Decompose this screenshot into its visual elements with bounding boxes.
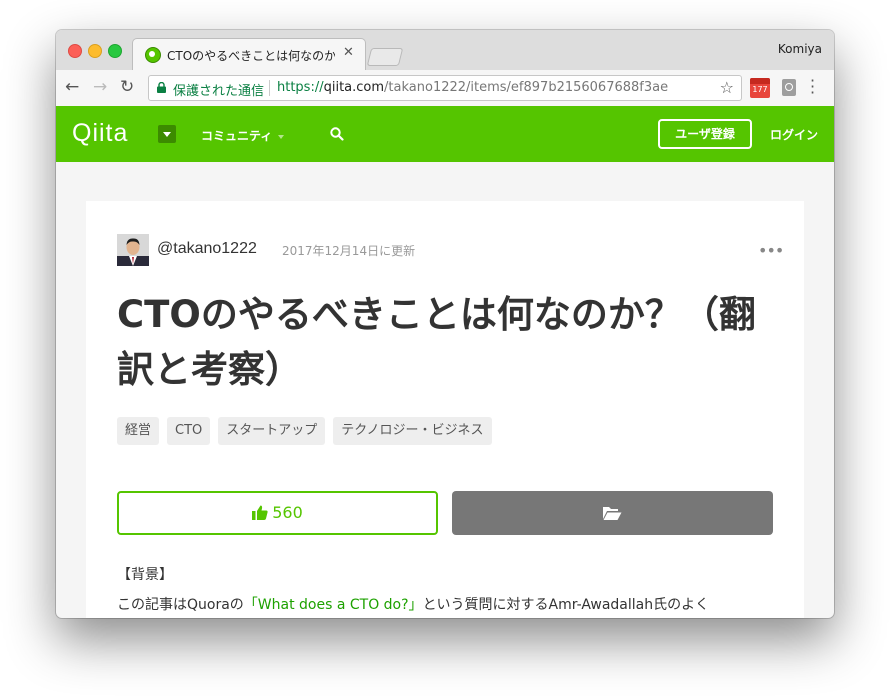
address-bar[interactable]: 保護された通信 https://qiita.com/takano1222/ite… [148, 75, 742, 101]
login-link[interactable]: ログイン [770, 126, 818, 143]
tab-close-icon[interactable]: ✕ [343, 45, 354, 60]
calendar-badge: 177 [752, 85, 768, 94]
logo-dropdown-icon[interactable] [158, 125, 176, 143]
browser-toolbar: ← → ↻ 保護された通信 https://qiita.com/takano12… [56, 70, 834, 107]
tag-list: 経営 CTO スタートアップ テクノロジー・ビジネス [117, 417, 492, 447]
address-divider [269, 80, 270, 96]
browser-menu-icon[interactable]: · · · [810, 73, 818, 101]
body-suffix: という質問に対するAmr-Awadallah氏のよく [422, 597, 710, 613]
updated-date: 2017年12月14日に更新 [282, 244, 416, 258]
url-text: https://qiita.com/takano1222/items/ef897… [277, 80, 668, 95]
bookmark-star-icon[interactable]: ☆ [720, 78, 734, 97]
url-scheme: https:// [277, 80, 324, 95]
folder-open-icon [603, 507, 622, 520]
tab-title: CTOのやるべきことは何なのか？ [167, 49, 335, 63]
tag-item[interactable]: スタートアップ [218, 417, 326, 445]
profile-name[interactable]: Komiya [778, 42, 822, 56]
like-count: 560 [272, 503, 303, 522]
community-menu[interactable]: コミュニティ [201, 127, 285, 144]
zoom-window-button[interactable] [108, 44, 122, 58]
author-name[interactable]: @takano1222 [157, 240, 257, 258]
article-body-text: この記事はQuoraの「What does a CTO do?」という質問に対す… [117, 594, 777, 614]
body-prefix: この記事はQuoraの [117, 597, 244, 613]
browser-tab-active[interactable]: CTOのやるべきことは何なのか？ ✕ [132, 38, 366, 71]
quora-question-link[interactable]: 「What does a CTO do?」 [244, 597, 423, 613]
forward-arrow-icon[interactable]: → [93, 77, 107, 97]
close-window-button[interactable] [68, 44, 82, 58]
search-icon[interactable] [330, 127, 344, 141]
section-heading: 【背景】 [117, 567, 173, 583]
qiita-logo[interactable]: Qiita [72, 119, 128, 148]
like-button[interactable]: 560 [117, 491, 438, 535]
tag-item[interactable]: テクノロジー・ビジネス [333, 417, 492, 445]
back-arrow-icon[interactable]: ← [65, 77, 79, 97]
avatar[interactable] [117, 234, 149, 266]
lock-icon [157, 82, 166, 93]
qiita-header: Qiita コミュニティ ユーザ登録 ログイン [56, 106, 834, 162]
document-extension-icon[interactable] [782, 79, 796, 96]
url-host: qiita.com [323, 80, 385, 95]
stock-button[interactable] [452, 491, 773, 535]
new-tab-button[interactable] [366, 48, 404, 66]
reload-icon[interactable]: ↻ [120, 77, 134, 97]
tag-item[interactable]: 経営 [117, 417, 160, 445]
url-path: /takano1222/items/ef897b2156067688f3ae [384, 80, 669, 95]
tab-strip: CTOのやるべきことは何なのか？ ✕ Komiya [56, 30, 834, 71]
thumbs-up-icon [252, 505, 268, 520]
chevron-down-icon [278, 134, 285, 139]
tag-item[interactable]: CTO [167, 417, 211, 445]
minimize-window-button[interactable] [88, 44, 102, 58]
article-title: CTOのやるべきことは何なのか？（翻訳と考察） [117, 293, 756, 391]
article-card: @takano1222 2017年12月14日に更新 ••• CTOのやるべきこ… [86, 201, 804, 618]
secure-connection-label: 保護された通信 [173, 84, 265, 99]
signup-button[interactable]: ユーザ登録 [658, 119, 752, 149]
browser-window: CTOのやるべきことは何なのか？ ✕ Komiya ← → ↻ 保護された通信 … [56, 30, 834, 618]
qiita-favicon-icon [145, 47, 161, 63]
community-label: コミュニティ [201, 129, 273, 143]
more-options-icon[interactable]: ••• [758, 241, 784, 260]
calendar-extension-icon[interactable]: 177 [750, 78, 770, 98]
